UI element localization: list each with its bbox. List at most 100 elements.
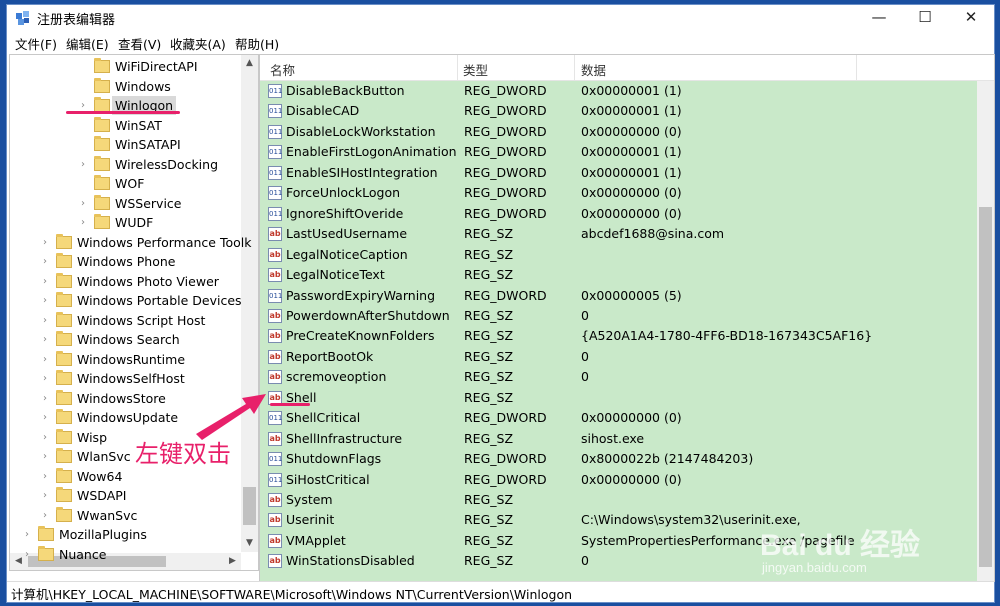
tree-item[interactable]: › WSService — [10, 194, 240, 213]
tree-item[interactable]: › WUDF — [10, 213, 240, 232]
expand-chevron-icon[interactable]: › — [40, 252, 50, 271]
expand-chevron-icon[interactable]: › — [40, 408, 50, 427]
tree-item[interactable]: › WSDAPI — [10, 486, 240, 505]
value-row[interactable]: 011 EnableFirstLogonAnimation REG_DWORD 0x0… — [260, 142, 977, 163]
menu-help[interactable]: 帮助(H) — [235, 34, 279, 53]
column-header-data[interactable]: 数据 — [581, 60, 606, 79]
tree-vertical-scrollbar[interactable]: ▲ ▼ — [241, 55, 258, 552]
value-row[interactable]: 011 SiHostCritical REG_DWORD 0x00000000 (0) — [260, 470, 977, 491]
tree-item[interactable]: › WirelessDocking — [10, 155, 240, 174]
expand-chevron-icon[interactable]: › — [40, 233, 50, 252]
expand-chevron-icon[interactable]: › — [40, 330, 50, 349]
value-type: REG_SZ — [464, 267, 514, 283]
values-list-pane[interactable]: 名称 类型 数据 011 DisableBackButton REG_DWORD 0x… — [259, 54, 995, 582]
tree-item[interactable]: WinSAT — [10, 116, 240, 135]
tree-item[interactable]: Windows — [10, 77, 240, 96]
folder-icon — [56, 331, 72, 346]
tree-vertical-scroll-thumb[interactable] — [243, 487, 256, 525]
minimize-button[interactable]: — — [856, 5, 902, 31]
tree-item-label: Windows Script Host — [77, 312, 206, 328]
close-button[interactable]: ✕ — [948, 5, 994, 31]
value-data: {A520A1A4-1780-4FF6-BD18-167343C5AF16} — [581, 328, 873, 344]
expand-chevron-icon[interactable]: › — [22, 545, 32, 564]
value-name: EnableFirstLogonAnimation — [286, 144, 457, 160]
tree-item[interactable]: › Windows Search — [10, 330, 240, 349]
expand-chevron-icon[interactable]: › — [40, 506, 50, 525]
expand-chevron-icon[interactable]: › — [40, 389, 50, 408]
baidu-watermark-url: jingyan.baidu.com — [762, 560, 867, 575]
value-row[interactable]: 011 DisableCAD REG_DWORD 0x00000001 (1) — [260, 101, 977, 122]
key-tree-pane[interactable]: ▲ ▼ ◀ ▶ WiFiDirectAPI Windows › Winlogon Win… — [9, 54, 259, 571]
expand-chevron-icon[interactable]: › — [40, 291, 50, 310]
tree-item[interactable]: › WwanSvc — [10, 506, 240, 525]
column-divider[interactable] — [457, 55, 458, 80]
tree-item-label: WlanSvc — [77, 449, 131, 464]
value-row[interactable]: ab ReportBootOk REG_SZ 0 — [260, 347, 977, 368]
expand-chevron-icon[interactable]: › — [40, 486, 50, 505]
list-vertical-scroll-thumb[interactable] — [979, 207, 992, 567]
column-header-name[interactable]: 名称 — [270, 60, 295, 79]
value-row[interactable]: ab PreCreateKnownFolders REG_SZ {A520A1A4-1… — [260, 326, 977, 347]
expand-chevron-icon[interactable]: › — [40, 350, 50, 369]
value-row[interactable]: 011 EnableSIHostIntegration REG_DWORD 0x000… — [260, 163, 977, 184]
value-data: 0x00000000 (0) — [581, 185, 682, 201]
value-row[interactable]: ab LastUsedUsername REG_SZ abcdef1688@sina.… — [260, 224, 977, 245]
column-divider[interactable] — [574, 55, 575, 80]
expand-chevron-icon[interactable]: › — [40, 428, 50, 447]
column-divider[interactable] — [856, 55, 857, 80]
scroll-up-icon[interactable]: ▲ — [241, 55, 258, 72]
menu-edit[interactable]: 编辑(E) — [66, 34, 109, 53]
expand-chevron-icon[interactable]: › — [78, 213, 88, 232]
tree-item[interactable]: WiFiDirectAPI — [10, 57, 240, 76]
folder-icon — [94, 116, 110, 132]
value-row[interactable]: 011 ShellCritical REG_DWORD 0x00000000 (0) — [260, 408, 977, 429]
value-row[interactable]: ab LegalNoticeCaption REG_SZ — [260, 245, 977, 266]
tree-item[interactable]: › Windows Phone — [10, 252, 240, 271]
value-row[interactable]: ab Shell REG_SZ — [260, 388, 977, 409]
value-row[interactable]: 011 ShutdownFlags REG_DWORD 0x8000022b (214… — [260, 449, 977, 470]
value-data: 0x00000000 (0) — [581, 205, 682, 221]
expand-chevron-icon[interactable]: › — [40, 311, 50, 330]
tree-item[interactable]: › WindowsSelfHost — [10, 369, 240, 388]
menu-view[interactable]: 查看(V) — [118, 34, 161, 53]
value-data: 0 — [581, 348, 589, 364]
expand-chevron-icon[interactable]: › — [22, 525, 32, 544]
value-row[interactable]: ab PowerdownAfterShutdown REG_SZ 0 — [260, 306, 977, 327]
value-row[interactable]: 011 ForceUnlockLogon REG_DWORD 0x00000000 (… — [260, 183, 977, 204]
value-row[interactable]: ab LegalNoticeText REG_SZ — [260, 265, 977, 286]
tree-item[interactable]: › WindowsRuntime — [10, 350, 240, 369]
tree-item[interactable]: › Windows Photo Viewer — [10, 272, 240, 291]
tree-item[interactable]: WinSATAPI — [10, 135, 240, 154]
maximize-button[interactable]: ☐ — [902, 5, 948, 31]
folder-icon — [56, 487, 72, 502]
column-header-type[interactable]: 类型 — [463, 60, 488, 79]
tree-item[interactable]: › Windows Performance Toolk — [10, 233, 251, 252]
expand-chevron-icon[interactable]: › — [78, 194, 88, 213]
tree-item[interactable]: › MozillaPlugins — [10, 525, 240, 544]
annotation-text: 左键双击 — [135, 440, 231, 468]
value-row[interactable]: ab System REG_SZ — [260, 490, 977, 511]
tree-item[interactable]: WOF — [10, 174, 240, 193]
expand-chevron-icon[interactable]: › — [40, 467, 50, 486]
value-row[interactable]: 011 PasswordExpiryWarning REG_DWORD 0x00000… — [260, 286, 977, 307]
tree-item[interactable]: › Wow64 — [10, 467, 240, 486]
tree-item[interactable]: › Windows Portable Devices — [10, 291, 242, 310]
expand-chevron-icon[interactable]: › — [40, 272, 50, 291]
tree-item[interactable]: › Windows Script Host — [10, 311, 240, 330]
value-row[interactable]: ab ShellInfrastructure REG_SZ sihost.exe — [260, 429, 977, 450]
value-row[interactable]: ab scremoveoption REG_SZ 0 — [260, 367, 977, 388]
value-type: REG_DWORD — [464, 451, 547, 467]
tree-item[interactable]: › Nuance — [10, 545, 240, 564]
menu-file[interactable]: 文件(F) — [15, 34, 57, 53]
scroll-down-icon[interactable]: ▼ — [241, 535, 258, 552]
value-row[interactable]: 011 DisableLockWorkstation REG_DWORD 0x0000… — [260, 122, 977, 143]
list-vertical-scrollbar[interactable] — [977, 81, 994, 581]
value-type: REG_SZ — [464, 369, 514, 385]
menu-favorites[interactable]: 收藏夹(A) — [170, 34, 226, 53]
expand-chevron-icon[interactable]: › — [40, 369, 50, 388]
expand-chevron-icon[interactable]: › — [78, 155, 88, 174]
value-row[interactable]: 011 IgnoreShiftOveride REG_DWORD 0x00000000… — [260, 204, 977, 225]
expand-chevron-icon[interactable]: › — [40, 447, 50, 466]
value-row[interactable]: 011 DisableBackButton REG_DWORD 0x00000001 … — [260, 81, 977, 102]
tree-item-label: WindowsStore — [77, 390, 166, 406]
